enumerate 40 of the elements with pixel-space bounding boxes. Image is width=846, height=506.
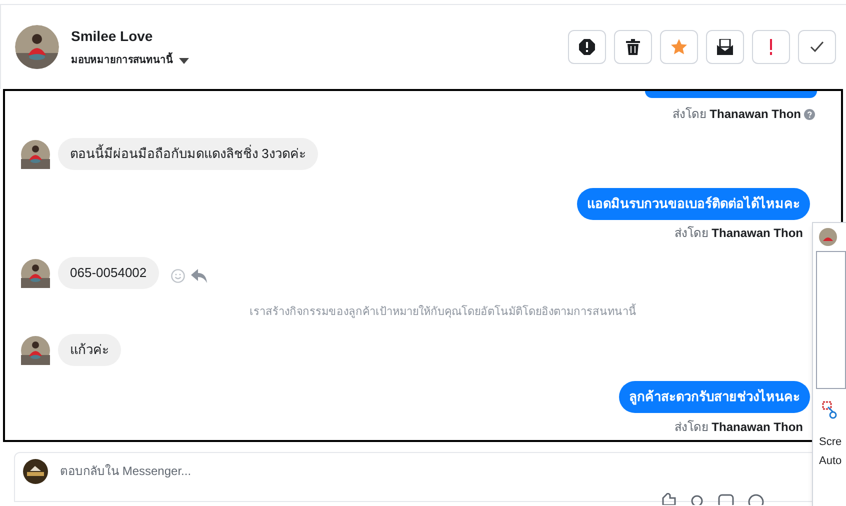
scissors-icon[interactable] xyxy=(822,401,838,419)
exclamation-icon xyxy=(769,39,773,55)
message-bubble: แก้วค่ะ xyxy=(58,334,121,366)
reply-field[interactable]: ตอบกลับใน Messenger... xyxy=(60,462,560,480)
check-icon xyxy=(810,41,824,53)
caret-icon xyxy=(179,58,189,64)
exclamation-button[interactable] xyxy=(752,30,790,64)
trash-button[interactable] xyxy=(614,30,652,64)
sender-label: ส่งโดย Thanawan Thon xyxy=(674,419,803,436)
star-icon xyxy=(671,39,687,55)
mini-avatar xyxy=(819,228,837,246)
photo-icon[interactable] xyxy=(718,493,734,505)
popup-text: Auto xyxy=(819,454,843,469)
trash-icon xyxy=(626,39,640,55)
emoji-icon[interactable] xyxy=(748,493,764,505)
alert-icon xyxy=(579,39,595,55)
message-bubble: ลูกค้าสะดวกรับสายช่วงไหนคะ xyxy=(619,381,810,413)
thumb-icon[interactable] xyxy=(660,493,676,505)
message-bubble: ตอนนี้มีผ่อนมือถือกับมดแดงลิชชิ่ง 3งวดค่ะ xyxy=(58,138,318,170)
system-notice: เราสร้างกิจกรรมของลูกค้าเป้าหมายให้กับคุณโดยอัตโนมัติโดยอิงตามการสนทนานี้ xyxy=(250,304,636,320)
reply-icon[interactable] xyxy=(190,269,207,283)
popup-text: Scre xyxy=(819,435,843,450)
message-bubble: 065-0054002 xyxy=(58,257,159,289)
help-icon[interactable] xyxy=(804,108,815,120)
attach-icon[interactable] xyxy=(690,493,704,505)
avatar xyxy=(21,336,50,364)
alert-button[interactable] xyxy=(568,30,606,64)
envelope-button[interactable] xyxy=(706,30,744,64)
sender-label: ส่งโดย Thanawan Thon xyxy=(674,225,803,242)
page-avatar xyxy=(23,459,48,484)
assign-dropdown[interactable]: มอบหมายการสนทนานี้ xyxy=(71,53,189,68)
avatar xyxy=(21,258,50,288)
star-button[interactable] xyxy=(660,30,698,64)
avatar xyxy=(21,140,50,168)
envelope-icon xyxy=(717,39,733,55)
avatar xyxy=(15,25,59,69)
message-bubble: แอดมินรบกวนขอเบอร์ติดต่อได้ไหมคะ xyxy=(577,188,810,220)
sender-label: ส่งโดย Thanawan Thon xyxy=(672,106,801,123)
contact-name: Smilee Love xyxy=(71,27,154,46)
check-button[interactable] xyxy=(798,30,836,64)
